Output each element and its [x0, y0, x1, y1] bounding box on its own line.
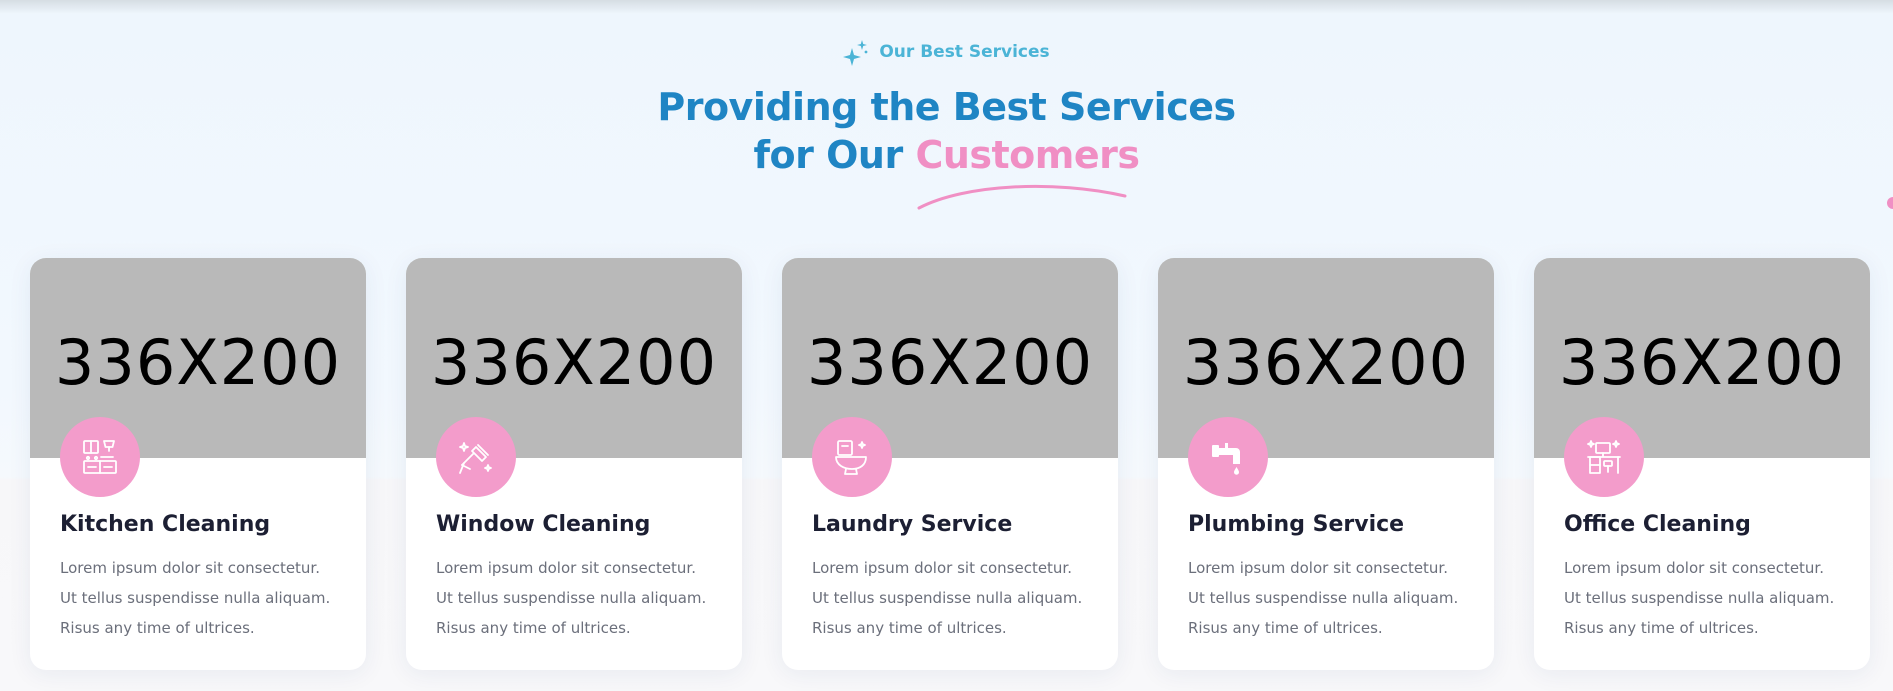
card-description: Lorem ipsum dolor sit consectetur. Ut te…	[436, 553, 732, 643]
description-line: Lorem ipsum dolor sit consectetur.	[436, 559, 696, 577]
faucet-icon	[1188, 417, 1268, 497]
top-shadow	[0, 0, 1893, 14]
description-line: Ut tellus suspendisse nulla aliquam.	[1188, 589, 1459, 607]
eyebrow-label: Our Best Services	[879, 42, 1050, 62]
card-description: Lorem ipsum dolor sit consectetur. Ut te…	[1188, 553, 1484, 643]
card-title[interactable]: Kitchen Cleaning	[60, 512, 270, 537]
section-title-line2: for Our Customers	[0, 131, 1893, 179]
kitchen-icon	[60, 417, 140, 497]
title-accent-word: Customers	[915, 133, 1140, 177]
description-line: Risus any time of ultrices.	[1564, 619, 1759, 637]
description-line: Ut tellus suspendisse nulla aliquam.	[812, 589, 1083, 607]
card-title[interactable]: Plumbing Service	[1188, 512, 1404, 537]
description-line: Ut tellus suspendisse nulla aliquam.	[1564, 589, 1835, 607]
description-line: Risus any time of ultrices.	[60, 619, 255, 637]
section-title-line1: Providing the Best Services	[657, 85, 1236, 129]
card-title[interactable]: Laundry Service	[812, 512, 1012, 537]
section-eyebrow: Our Best Services	[0, 38, 1893, 66]
card-description: Lorem ipsum dolor sit consectetur. Ut te…	[1564, 553, 1860, 643]
title-prefix: for Our	[753, 133, 916, 177]
underline-swoosh	[917, 184, 1127, 210]
service-card-kitchen-cleaning[interactable]: 336X200 Kitchen Cleaning Lorem ipsum dol…	[30, 258, 366, 670]
service-card-plumbing-service[interactable]: 336X200 Plumbing Service Lorem ipsum dol…	[1158, 258, 1494, 670]
service-card-laundry-service[interactable]: 336X200 Laundry Service Lorem ipsum dolo…	[782, 258, 1118, 670]
service-card-office-cleaning[interactable]: 336X200 Office Cleaning Lorem ipsum dolo…	[1534, 258, 1870, 670]
placeholder-size-label: 336X200	[806, 325, 1094, 399]
card-title[interactable]: Window Cleaning	[436, 512, 650, 537]
service-card-window-cleaning[interactable]: 336X200 Window Cleaning Lorem ipsum dolo…	[406, 258, 742, 670]
description-line: Lorem ipsum dolor sit consectetur.	[60, 559, 320, 577]
office-desk-icon	[1564, 417, 1644, 497]
placeholder-size-label: 336X200	[430, 325, 718, 399]
description-line: Ut tellus suspendisse nulla aliquam.	[436, 589, 707, 607]
card-title[interactable]: Office Cleaning	[1564, 512, 1751, 537]
card-description: Lorem ipsum dolor sit consectetur. Ut te…	[812, 553, 1108, 643]
description-line: Risus any time of ultrices.	[1188, 619, 1383, 637]
placeholder-size-label: 336X200	[1182, 325, 1470, 399]
sparkle-icon	[843, 40, 868, 66]
placeholder-size-label: 336X200	[1558, 325, 1846, 399]
card-description: Lorem ipsum dolor sit consectetur. Ut te…	[60, 553, 356, 643]
description-line: Ut tellus suspendisse nulla aliquam.	[60, 589, 331, 607]
toilet-icon	[812, 417, 892, 497]
description-line: Lorem ipsum dolor sit consectetur.	[1188, 559, 1448, 577]
placeholder-size-label: 336X200	[54, 325, 342, 399]
description-line: Risus any time of ultrices.	[436, 619, 631, 637]
window-cleaning-icon	[436, 417, 516, 497]
description-line: Lorem ipsum dolor sit consectetur.	[812, 559, 1072, 577]
description-line: Risus any time of ultrices.	[812, 619, 1007, 637]
decorative-dot	[1887, 197, 1893, 209]
description-line: Lorem ipsum dolor sit consectetur.	[1564, 559, 1824, 577]
